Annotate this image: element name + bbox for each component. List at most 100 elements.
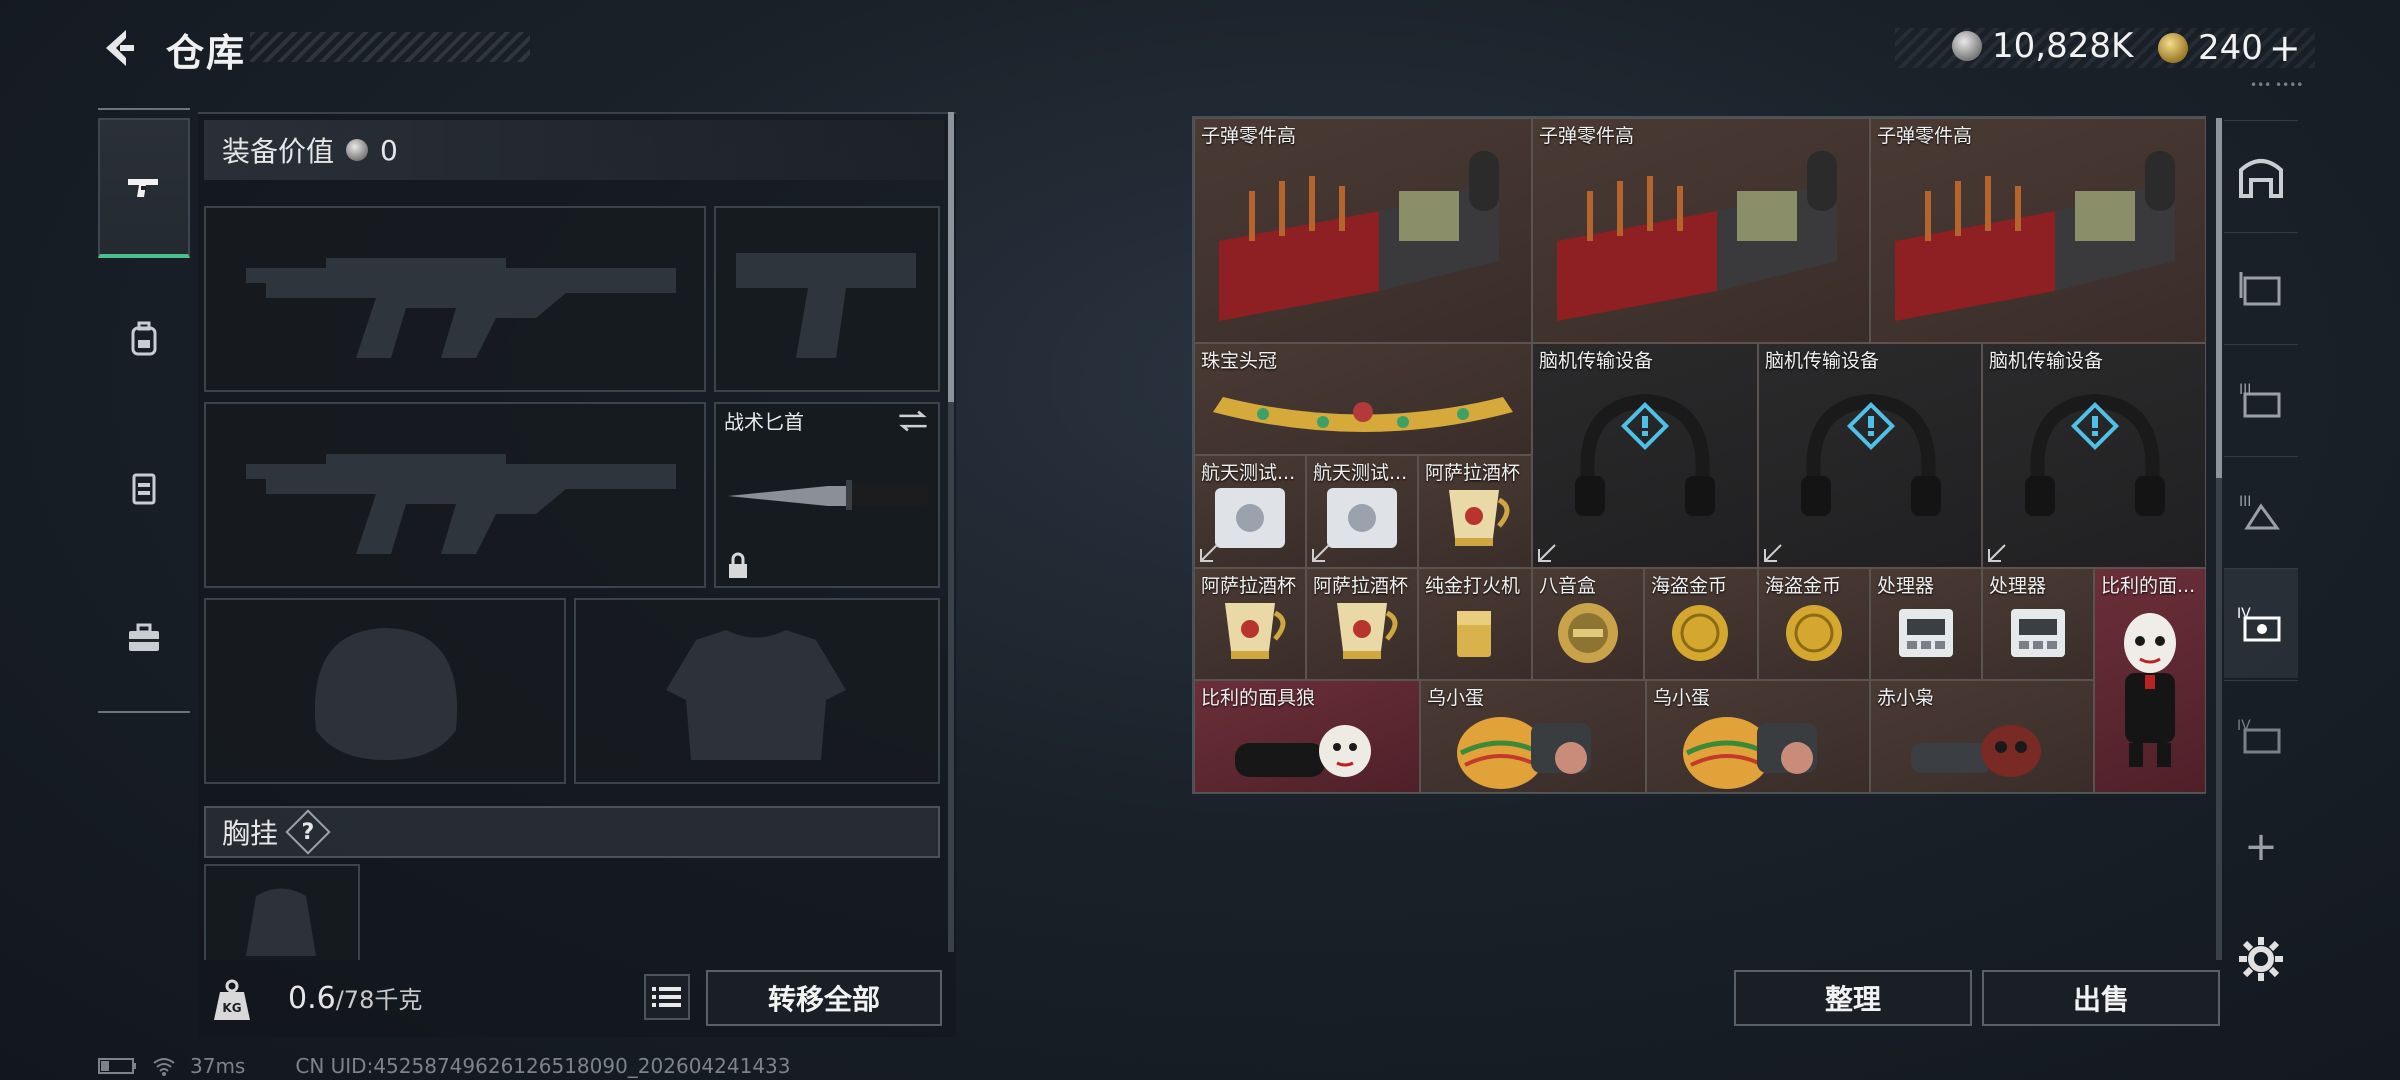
chest-rig-header: 胸挂 ? xyxy=(204,806,940,858)
organize-button[interactable]: 整理 xyxy=(1734,970,1972,1026)
back-arrow-icon xyxy=(106,30,134,66)
no-durability-icon xyxy=(1988,544,2006,562)
svg-text:KG: KG xyxy=(222,1001,241,1015)
puppet-plush-icon xyxy=(1235,725,1371,777)
list-view-button[interactable] xyxy=(644,974,690,1020)
storage-item[interactable]: 阿萨拉酒杯 xyxy=(1194,568,1306,680)
tactical-knife-slot[interactable]: 战术匕首 xyxy=(714,402,940,588)
tab-storage-1[interactable] xyxy=(2224,232,2298,342)
jewel-crown-icon xyxy=(1213,397,1513,432)
ammo-crate-icon xyxy=(1895,151,2175,321)
tab-storage-4-items[interactable]: IV xyxy=(2224,568,2298,678)
gold-cup-icon xyxy=(1449,490,1510,546)
storage-item[interactable]: 航天测试... xyxy=(1194,455,1306,568)
storage-item[interactable]: 阿萨拉酒杯 xyxy=(1306,568,1418,680)
storage-level-3-gear-icon: III xyxy=(2239,494,2280,529)
tab-weapons[interactable] xyxy=(98,118,190,258)
gold-coin-icon xyxy=(1786,605,1842,661)
storage-item[interactable]: 比利的面... xyxy=(2094,568,2206,793)
help-icon[interactable]: ? xyxy=(285,809,331,855)
weight-max: /78千克 xyxy=(335,986,423,1014)
chest-rig-silhouette-icon xyxy=(246,888,316,956)
chest-rig-label: 胸挂 xyxy=(222,817,279,850)
tab-vest[interactable] xyxy=(98,418,190,558)
weight-current: 0.6 xyxy=(288,981,336,1016)
settings-button[interactable] xyxy=(2224,904,2298,1014)
carry-weight: 0.6/78千克 xyxy=(288,980,422,1016)
storage-scroll-thumb[interactable] xyxy=(2216,118,2222,478)
storage-item[interactable]: 乌小蛋 xyxy=(1646,680,1870,793)
gold-amount: 240 xyxy=(2198,28,2263,68)
warehouse-icon xyxy=(2239,158,2283,198)
storage-item[interactable]: 纯金打火机 xyxy=(1418,568,1532,680)
vest-icon xyxy=(132,473,156,505)
gold-add-button[interactable]: + xyxy=(2269,26,2301,70)
no-durability-icon xyxy=(1200,544,1218,562)
title-decoration xyxy=(250,32,530,62)
music-box-icon xyxy=(1558,603,1618,663)
gold-lighter-icon xyxy=(1457,611,1491,657)
chest-rig-slot[interactable] xyxy=(204,864,360,960)
gold-currency[interactable]: 240 + xyxy=(2158,26,2301,70)
storage-item[interactable]: 处理器 xyxy=(1870,568,1982,680)
pistol-silhouette-icon xyxy=(736,253,916,358)
tab-storage-4-misc[interactable]: IV xyxy=(2224,680,2298,790)
storage-item[interactable]: 脑机传输设备 xyxy=(1758,343,1982,568)
storage-item[interactable]: 子弹零件高 xyxy=(1870,118,2206,343)
gold-coin-icon xyxy=(2158,33,2188,63)
ping-text: 37ms xyxy=(190,1054,246,1078)
tab-storage-3-gear[interactable]: III xyxy=(2224,456,2298,566)
gold-cup-icon xyxy=(1225,603,1286,659)
storage-item[interactable]: 八音盒 xyxy=(1532,568,1644,680)
storage-item[interactable]: 脑机传输设备 xyxy=(1982,343,2206,568)
silver-amount: 10,828K xyxy=(1992,26,2134,66)
storage-item[interactable]: 赤小枭 xyxy=(1870,680,2094,793)
storage-item[interactable]: 处理器 xyxy=(1982,568,2094,680)
equipment-value-header: 装备价值 0 xyxy=(204,120,944,180)
knife-slot-label: 战术匕首 xyxy=(724,410,804,434)
storage-item[interactable]: 珠宝头冠 xyxy=(1194,343,1532,455)
equipment-value-label: 装备价值 xyxy=(222,135,335,168)
storage-item[interactable]: 阿萨拉酒杯 xyxy=(1418,455,1532,568)
pistol-icon xyxy=(128,179,158,197)
tab-case[interactable] xyxy=(98,568,190,708)
battery-icon xyxy=(98,1058,136,1074)
back-button[interactable] xyxy=(96,24,144,72)
sell-button[interactable]: 出售 xyxy=(1982,970,2220,1026)
storage-item[interactable]: 子弹零件高 xyxy=(1194,118,1532,343)
storage-item[interactable]: 脑机传输设备 xyxy=(1532,343,1758,568)
sidearm-slot[interactable] xyxy=(714,206,940,392)
weight-icon: KG xyxy=(208,976,256,1024)
body-armor-slot[interactable] xyxy=(574,598,940,784)
wifi-icon xyxy=(153,1058,175,1076)
ammo-crate-icon xyxy=(1219,151,1499,321)
equipment-value: 0 xyxy=(380,133,398,167)
add-storage-button[interactable]: + xyxy=(2224,792,2298,902)
storage-item[interactable]: 航天测试... xyxy=(1306,455,1418,568)
storage-item[interactable]: 比利的面具狼 xyxy=(1194,680,1420,793)
storage-item[interactable]: 海盗金币 xyxy=(1644,568,1758,680)
secondary-weapon-slot[interactable] xyxy=(204,402,706,588)
silver-coin-icon xyxy=(346,139,369,161)
tab-backpack[interactable] xyxy=(98,268,190,408)
no-durability-icon xyxy=(1538,544,1556,562)
storage-item[interactable]: 海盗金币 xyxy=(1758,568,1870,680)
equipment-scroll-thumb[interactable] xyxy=(948,112,954,402)
lock-icon xyxy=(729,552,747,578)
egg-figure-icon xyxy=(1683,717,1817,789)
processor-icon xyxy=(2011,609,2065,657)
page-title: 仓库 xyxy=(166,31,247,75)
equipment-category-tabs xyxy=(98,108,190,713)
tab-storage-3-weapons[interactable]: III xyxy=(2224,344,2298,454)
transfer-all-button[interactable]: 转移全部 xyxy=(706,970,942,1026)
primary-weapon-slot[interactable] xyxy=(204,206,706,392)
tab-storage-home[interactable] xyxy=(2224,120,2298,230)
storage-item[interactable]: 子弹零件高 xyxy=(1532,118,1870,343)
svg-text:III: III xyxy=(2239,494,2251,510)
storage-item[interactable]: 乌小蛋 xyxy=(1420,680,1646,793)
swap-icon[interactable] xyxy=(896,408,930,434)
armor-silhouette-icon xyxy=(666,630,846,760)
processor-icon xyxy=(1899,609,1953,657)
silver-currency[interactable]: 10,828K xyxy=(1952,26,2133,66)
helmet-slot[interactable] xyxy=(204,598,566,784)
